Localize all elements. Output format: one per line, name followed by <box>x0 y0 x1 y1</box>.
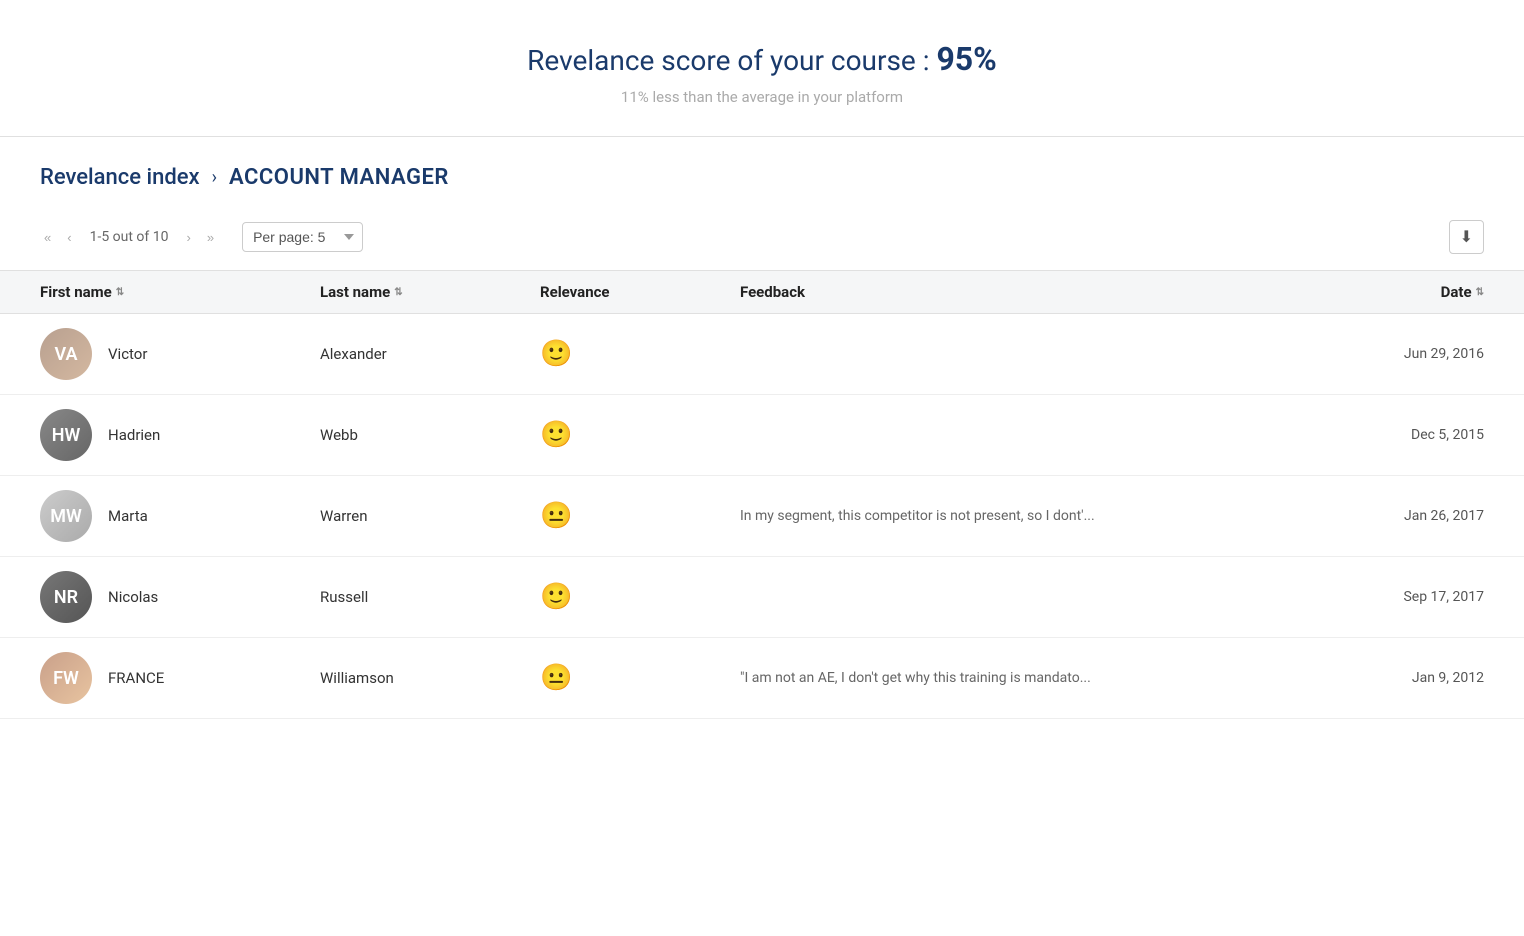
prev-page-button[interactable]: ‹ <box>63 228 75 247</box>
date-cell: Jun 29, 2016 <box>1304 346 1484 362</box>
date-cell: Dec 5, 2015 <box>1304 427 1484 443</box>
avatar: VA <box>40 328 92 380</box>
first-name-cell: NR Nicolas <box>40 571 320 623</box>
table-controls: « ‹ 1-5 out of 10 › » Per page: 5 Per pa… <box>0 210 1524 254</box>
date-cell: Sep 17, 2017 <box>1304 589 1484 605</box>
col-header-first-name[interactable]: First name ⇅ <box>40 283 320 301</box>
pagination-controls: « ‹ 1-5 out of 10 › » Per page: 5 Per pa… <box>40 222 363 252</box>
first-name: FRANCE <box>108 669 164 687</box>
feedback-cell: In my segment, this competitor is not pr… <box>740 508 1304 524</box>
avatar: NR <box>40 571 92 623</box>
score-title-prefix: Revelance score of your course : <box>527 44 936 77</box>
sort-icon-last-name: ⇅ <box>394 287 402 298</box>
relevance-cell: 🙂 <box>540 582 740 612</box>
table-row[interactable]: FW FRANCE Williamson 😐 "I am not an AE, … <box>0 638 1524 719</box>
breadcrumb-index[interactable]: Revelance index <box>40 165 200 190</box>
first-name-cell: VA Victor <box>40 328 320 380</box>
feedback-cell: "I am not an AE, I don't get why this tr… <box>740 670 1304 686</box>
first-name: Marta <box>108 507 148 525</box>
breadcrumb: Revelance index › ACCOUNT MANAGER <box>40 165 1484 190</box>
first-name: Victor <box>108 345 147 363</box>
score-subtitle: 11% less than the average in your platfo… <box>20 88 1504 106</box>
download-icon: ⬇ <box>1460 229 1473 246</box>
date-cell: Jan 26, 2017 <box>1304 508 1484 524</box>
col-header-relevance: Relevance <box>540 283 740 301</box>
relevance-cell: 🙂 <box>540 339 740 369</box>
download-button[interactable]: ⬇ <box>1449 220 1484 254</box>
relevance-cell: 😐 <box>540 663 740 693</box>
col-header-last-name[interactable]: Last name ⇅ <box>320 283 540 301</box>
breadcrumb-separator: › <box>212 167 217 188</box>
score-header: Revelance score of your course : 95% 11%… <box>0 0 1524 137</box>
table-row[interactable]: NR Nicolas Russell 🙂 Sep 17, 2017 <box>0 557 1524 638</box>
first-name: Nicolas <box>108 588 158 606</box>
first-name-cell: FW FRANCE <box>40 652 320 704</box>
last-name: Williamson <box>320 669 540 687</box>
table-row[interactable]: MW Marta Warren 😐 In my segment, this co… <box>0 476 1524 557</box>
table-row[interactable]: VA Victor Alexander 🙂 Jun 29, 2016 <box>0 314 1524 395</box>
table-row[interactable]: HW Hadrien Webb 🙂 Dec 5, 2015 <box>0 395 1524 476</box>
page-info: 1-5 out of 10 <box>90 229 169 245</box>
sort-icon-first-name: ⇅ <box>116 287 124 298</box>
first-name-cell: HW Hadrien <box>40 409 320 461</box>
last-name: Warren <box>320 507 540 525</box>
col-header-date[interactable]: Date ⇅ <box>1304 283 1484 301</box>
first-name: Hadrien <box>108 426 160 444</box>
avatar: HW <box>40 409 92 461</box>
date-cell: Jan 9, 2012 <box>1304 670 1484 686</box>
col-header-feedback: Feedback <box>740 283 1304 301</box>
last-name: Alexander <box>320 345 540 363</box>
avatar: MW <box>40 490 92 542</box>
table-body: VA Victor Alexander 🙂 Jun 29, 2016 HW Ha… <box>0 314 1524 719</box>
relevance-cell: 🙂 <box>540 420 740 450</box>
breadcrumb-section: Revelance index › ACCOUNT MANAGER <box>0 137 1524 210</box>
score-title: Revelance score of your course : 95% <box>20 40 1504 78</box>
next-page-button[interactable]: › <box>182 228 194 247</box>
sort-icon-date: ⇅ <box>1476 287 1484 298</box>
score-value: 95% <box>936 40 996 78</box>
last-page-button[interactable]: » <box>203 228 218 247</box>
avatar: FW <box>40 652 92 704</box>
breadcrumb-current: ACCOUNT MANAGER <box>229 165 449 190</box>
first-page-button[interactable]: « <box>40 228 55 247</box>
per-page-select[interactable]: Per page: 5 Per page: 10 Per page: 25 <box>242 222 363 252</box>
data-table: First name ⇅ Last name ⇅ Relevance Feedb… <box>0 254 1524 719</box>
table-header: First name ⇅ Last name ⇅ Relevance Feedb… <box>0 270 1524 314</box>
first-name-cell: MW Marta <box>40 490 320 542</box>
relevance-cell: 😐 <box>540 501 740 531</box>
last-name: Russell <box>320 588 540 606</box>
last-name: Webb <box>320 426 540 444</box>
